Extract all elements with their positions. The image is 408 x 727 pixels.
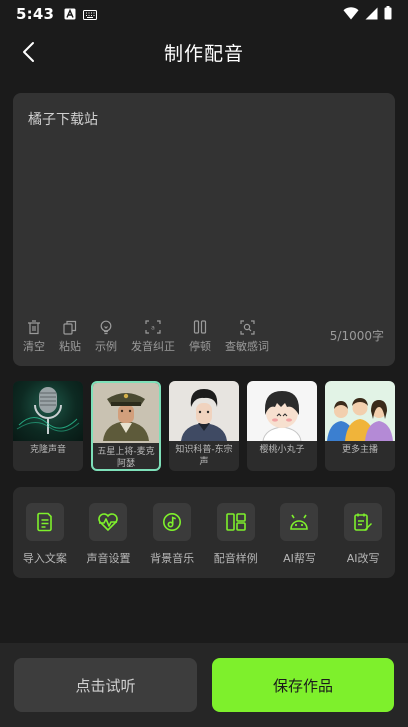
status-time: 5:43 — [16, 5, 55, 23]
ai-write-button[interactable]: AI帮写 — [270, 503, 328, 578]
example-button[interactable]: 示例 — [95, 319, 117, 354]
trash-icon — [26, 319, 42, 335]
paste-button[interactable]: 粘贴 — [59, 319, 81, 354]
ai-rewrite-button[interactable]: AI改写 — [334, 503, 392, 578]
scan-icon — [239, 319, 255, 335]
svg-text:a: a — [151, 325, 155, 332]
editor-toolbar: 清空 粘贴 示例 a 发音纠正 停顿 查敏感词 — [23, 319, 283, 354]
cartoon-girl-image — [247, 381, 317, 441]
robot-icon — [280, 503, 319, 541]
keyboard-icon — [83, 5, 98, 24]
document-icon — [25, 503, 64, 541]
voice-card-macarthur[interactable]: 五星上将-麦克阿瑟 — [91, 381, 161, 471]
voice-settings-button[interactable]: 声音设置 — [79, 503, 137, 578]
music-icon — [153, 503, 192, 541]
notification-a-icon — [64, 5, 76, 24]
voice-card-knowledge[interactable]: 知识科普-东宗声 — [169, 381, 239, 471]
preview-listen-button[interactable]: 点击试听 — [14, 658, 197, 712]
action-panel: 导入文案 声音设置 背景音乐 配音样例 AI帮写 AI改写 — [13, 487, 395, 578]
layout-icon — [216, 503, 255, 541]
pause-button[interactable]: 停顿 — [189, 319, 211, 354]
young-man-portrait-image — [169, 381, 239, 441]
heartbeat-icon — [89, 503, 128, 541]
voice-card-maruko[interactable]: 樱桃小丸子 — [247, 381, 317, 471]
microphone-image — [13, 381, 83, 441]
pronunciation-icon: a — [145, 319, 161, 335]
pronunciation-button[interactable]: a 发音纠正 — [131, 319, 175, 354]
save-work-button[interactable]: 保存作品 — [212, 658, 394, 712]
back-button[interactable] — [12, 36, 44, 68]
header: 制作配音 — [0, 32, 408, 72]
hosts-group-image — [325, 381, 395, 441]
sensitive-words-button[interactable]: 查敏感词 — [225, 319, 269, 354]
voice-card-more[interactable]: 更多主播 — [325, 381, 395, 471]
character-counter: 5/1000字 — [329, 329, 384, 343]
import-text-button[interactable]: 导入文案 — [16, 503, 74, 578]
bottom-bar: 点击试听 保存作品 — [0, 643, 408, 727]
signal-icon — [365, 5, 378, 24]
wifi-icon — [343, 5, 359, 24]
voice-card-clone[interactable]: 克隆声音 — [13, 381, 83, 471]
page-title: 制作配音 — [163, 42, 244, 65]
rewrite-icon — [344, 503, 383, 541]
status-bar: 5:43 — [0, 0, 408, 28]
battery-icon — [384, 5, 392, 24]
chevron-left-icon — [23, 42, 34, 62]
editor-text[interactable]: 橘子下载站 — [28, 109, 98, 129]
text-editor[interactable]: 橘子下载站 清空 粘贴 示例 a 发音纠正 停顿 查敏感词 5/1000字 — [13, 93, 395, 366]
voice-list: 克隆声音 五星上将-麦克阿瑟 知识科普-东宗声 樱桃小丸子 更多主播 — [13, 381, 403, 473]
paste-icon — [62, 319, 78, 335]
pause-icon — [192, 319, 208, 335]
general-portrait-image — [93, 383, 159, 443]
voice-samples-button[interactable]: 配音样例 — [207, 503, 265, 578]
background-music-button[interactable]: 背景音乐 — [143, 503, 201, 578]
clear-button[interactable]: 清空 — [23, 319, 45, 354]
bulb-icon — [98, 319, 114, 335]
